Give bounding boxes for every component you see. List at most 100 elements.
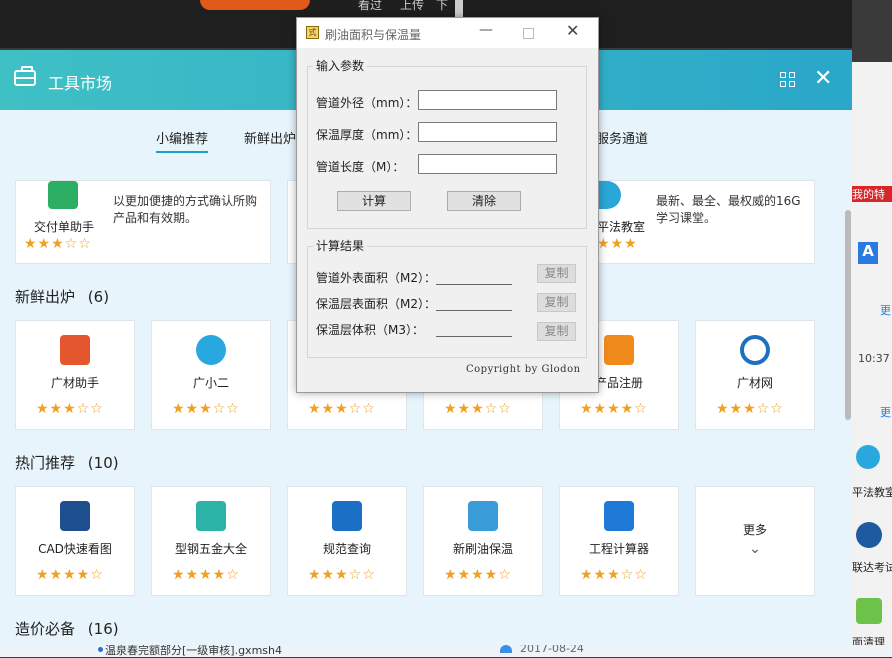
rating-stars: ★★★☆☆ xyxy=(716,401,784,417)
app-description: 以更加便捷的方式确认所购 xyxy=(113,194,258,208)
tab-service-channel[interactable]: 服务通道 xyxy=(596,128,648,147)
featured-card-delivery[interactable]: 交付单助手 以更加便捷的方式确认所购 产品和有效期。 ★★★☆☆ xyxy=(15,180,271,264)
background-text: 上传 xyxy=(400,0,425,12)
app-card[interactable]: 新刷油保温 ★★★★☆ xyxy=(423,486,543,596)
app-card[interactable]: CAD快速看图 ★★★★☆ xyxy=(15,486,135,596)
eraser-icon xyxy=(604,335,634,365)
cad-icon xyxy=(60,501,90,531)
app-description: 最新、最全、最权威的16G xyxy=(656,194,801,208)
market-close-icon[interactable]: ✕ xyxy=(814,68,832,90)
tab-new-arrivals[interactable]: 新鲜出炉 xyxy=(244,128,296,147)
pipe-length-label: 管道长度（M）： xyxy=(316,160,405,174)
delivery-note-icon xyxy=(48,181,78,209)
clear-button[interactable]: 清除 xyxy=(447,191,521,211)
rating-stars: ★★★☆☆ xyxy=(444,401,512,417)
outer-diameter-label: 管道外径（mm）： xyxy=(316,96,418,110)
market-title: 工具市场 xyxy=(48,74,113,93)
featured-card-pingfa[interactable]: 平法教室 最新、最全、最权威的16G 学习课堂。 ★★★ xyxy=(597,180,815,264)
background-banner-text: 我的特 xyxy=(852,186,892,202)
app-card[interactable]: 广材网 ★★★☆☆ xyxy=(695,320,815,430)
outer-area-value xyxy=(436,284,512,285)
background-a-icon: A xyxy=(858,242,878,264)
calculate-button[interactable]: 计算 xyxy=(337,191,411,211)
app-name: 广材网 xyxy=(736,376,773,390)
copy-insulation-area-button[interactable]: 复制 xyxy=(537,293,576,312)
rating-stars: ★★★★☆ xyxy=(36,567,104,583)
copy-insulation-volume-button[interactable]: 复制 xyxy=(537,322,576,341)
rating-stars: ★★★☆☆ xyxy=(308,401,376,417)
mascot-icon xyxy=(196,335,226,365)
spec-search-icon xyxy=(332,501,362,531)
background-text: 下 xyxy=(436,0,449,12)
app-card[interactable]: 广材助手 ★★★☆☆ xyxy=(15,320,135,430)
input-group-label: 输入参数 xyxy=(313,57,368,74)
section-title: 热门推荐 (10) xyxy=(15,454,119,472)
background-text: 更 xyxy=(880,406,891,419)
background-text: 联达考试 xyxy=(852,561,892,574)
more-label: 更多 xyxy=(742,523,767,537)
app-name: 工程计算器 xyxy=(588,542,649,556)
background-book-icon xyxy=(856,445,880,469)
app-name: 广材助手 xyxy=(50,376,99,390)
insulation-area-label: 保温层表面积（M2）： xyxy=(316,297,436,311)
section-title: 新鲜出炉 (6) xyxy=(15,288,110,306)
rating-stars: ★★★☆☆ xyxy=(36,401,104,417)
rating-stars: ★★★★☆ xyxy=(580,401,648,417)
rating-stars: ★★★☆☆ xyxy=(580,567,648,583)
app-name: 型钢五金大全 xyxy=(174,542,247,556)
rating-stars: ★★★★☆ xyxy=(172,567,240,583)
grid-view-icon[interactable] xyxy=(780,72,796,88)
insulation-volume-label: 保温层体积（M3）： xyxy=(316,323,424,337)
app-icon: 式 xyxy=(306,26,319,39)
brick-wall-icon xyxy=(60,335,90,365)
scrollbar-thumb[interactable] xyxy=(845,210,851,420)
briefcase-icon xyxy=(14,66,36,86)
dialog-close-button[interactable]: ✕ xyxy=(566,21,579,40)
app-name: CAD快速看图 xyxy=(38,542,112,556)
app-name: 平法教室 xyxy=(597,220,646,234)
pipe-length-input[interactable] xyxy=(418,154,557,174)
g-logo-icon xyxy=(740,335,770,365)
insulation-thickness-input[interactable] xyxy=(418,122,557,142)
copy-outer-area-button[interactable]: 复制 xyxy=(537,264,576,283)
dialog-titlebar: 式 刷油面积与保温量 — ✕ xyxy=(297,18,598,48)
insulation-thickness-label: 保温厚度（mm）： xyxy=(316,128,418,142)
background-orange-button xyxy=(200,0,310,10)
app-description: 学习课堂。 xyxy=(656,211,717,225)
rating-stars: ★★★☆☆ xyxy=(24,236,92,252)
outer-diameter-input[interactable] xyxy=(418,90,557,110)
section-title: 造价必备 (16) xyxy=(15,620,119,638)
rating-stars: ★★★☆☆ xyxy=(308,567,376,583)
bullet-icon xyxy=(98,647,103,652)
cloud-icon xyxy=(500,645,512,653)
maximize-button[interactable] xyxy=(523,28,534,39)
background-text: 10:37 xyxy=(858,352,890,365)
insulation-volume-value xyxy=(436,336,512,337)
background-green-icon xyxy=(856,598,882,624)
rating-stars: ★★★☆☆ xyxy=(172,401,240,417)
background-right-dark xyxy=(852,0,892,62)
rating-stars: ★★★ xyxy=(597,236,638,252)
app-name: 新刷油保温 xyxy=(452,542,513,556)
app-description: 产品和有效期。 xyxy=(113,211,198,225)
background-text: 看过 xyxy=(358,0,383,12)
minimize-button[interactable]: — xyxy=(479,22,493,38)
app-card[interactable]: 规范查询 ★★★☆☆ xyxy=(287,486,407,596)
tab-editor-picks[interactable]: 小编推荐 xyxy=(156,128,209,153)
result-group-label: 计算结果 xyxy=(313,237,368,254)
chevron-down-icon: ⌄ xyxy=(749,541,761,557)
background-file-row: 温泉春完额部分[一级审核].gxmsh4 2017-08-24 xyxy=(0,642,892,657)
outer-area-label: 管道外表面积（M2）： xyxy=(316,271,436,285)
app-card[interactable]: 广小二 ★★★☆☆ xyxy=(151,320,271,430)
dialog-title: 刷油面积与保温量 xyxy=(325,28,422,42)
copyright-text: Copyright by Glodon xyxy=(466,364,581,375)
rating-stars: ★★★★☆ xyxy=(444,567,512,583)
app-card[interactable]: 型钢五金大全 ★★★★☆ xyxy=(151,486,271,596)
insulation-area-value xyxy=(436,310,512,311)
background-giac-icon xyxy=(856,522,882,548)
app-name: 广小二 xyxy=(192,376,229,390)
more-card[interactable]: 更多 ⌄ xyxy=(695,486,815,596)
calculator-grid-icon xyxy=(468,501,498,531)
app-name: 规范查询 xyxy=(322,542,371,556)
app-card[interactable]: 工程计算器 ★★★☆☆ xyxy=(559,486,679,596)
